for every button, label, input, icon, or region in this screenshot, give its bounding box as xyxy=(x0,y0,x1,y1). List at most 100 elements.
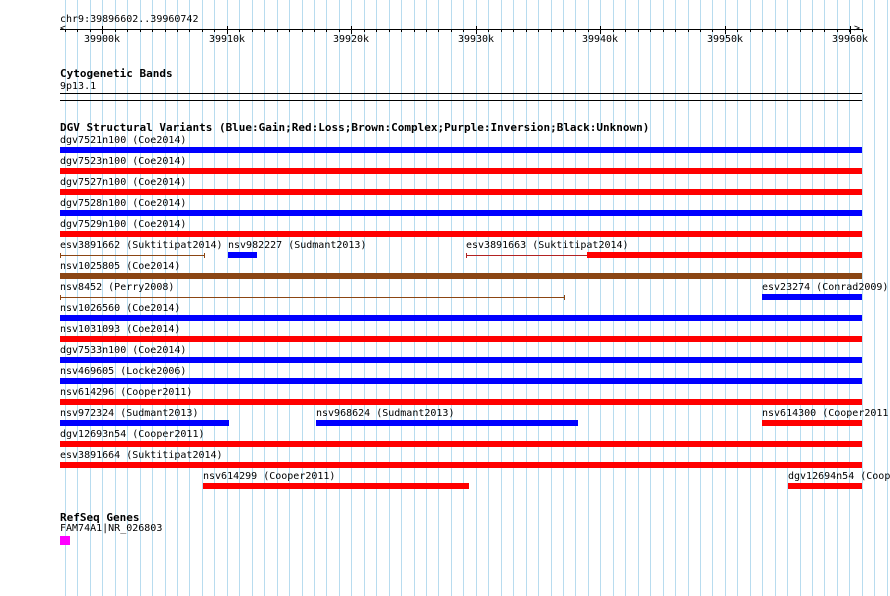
grid-line xyxy=(102,0,103,596)
ruler-minor-tick xyxy=(501,29,502,32)
dgv-track-title: DGV Structural Variants (Blue:Gain;Red:L… xyxy=(60,121,650,134)
ruler-minor-tick xyxy=(526,29,527,32)
variant-feature[interactable] xyxy=(60,168,862,174)
ruler-minor-tick xyxy=(90,29,91,32)
ruler-minor-tick xyxy=(140,29,141,32)
variant-label: dgv7527n100 (Coe2014) xyxy=(60,177,187,188)
variant-feature[interactable] xyxy=(60,462,862,468)
grid-line xyxy=(165,0,166,596)
grid-line xyxy=(239,0,240,596)
grid-line xyxy=(476,0,477,596)
variant-feature-line[interactable] xyxy=(60,255,205,256)
cytoband-label: 9p13.1 xyxy=(60,81,97,92)
variant-label: dgv7528n100 (Coe2014) xyxy=(60,198,187,209)
variant-label: dgv7533n100 (Coe2014) xyxy=(60,345,187,356)
ruler-minor-tick xyxy=(189,29,190,32)
grid-line xyxy=(575,0,576,596)
variant-label: nsv1026560 (Coe2014) xyxy=(60,303,181,314)
ruler-minor-tick xyxy=(252,29,253,32)
grid-line xyxy=(438,0,439,596)
variant-feature[interactable] xyxy=(60,189,862,195)
variant-feature[interactable] xyxy=(60,420,229,426)
grid-line xyxy=(127,0,128,596)
variant-feature[interactable] xyxy=(587,252,862,258)
ruler-minor-tick xyxy=(750,29,751,32)
cytoband-top-border xyxy=(60,93,862,94)
variant-feature[interactable] xyxy=(60,231,862,237)
ruler-minor-tick xyxy=(837,29,838,32)
grid-line xyxy=(638,0,639,596)
ruler-minor-tick xyxy=(264,29,265,32)
ruler-minor-tick xyxy=(787,29,788,32)
ruler-minor-tick xyxy=(824,29,825,32)
grid-line xyxy=(862,0,863,596)
variant-feature[interactable] xyxy=(203,483,469,489)
grid-line xyxy=(750,0,751,596)
ruler-tick-label: 39960k xyxy=(831,34,869,45)
ruler-minor-tick xyxy=(451,29,452,32)
variant-feature[interactable] xyxy=(60,378,862,384)
variant-feature[interactable] xyxy=(228,252,257,258)
ruler-major-tick xyxy=(351,26,352,34)
ruler-minor-tick xyxy=(563,29,564,32)
variant-feature[interactable] xyxy=(762,294,862,300)
variant-end-tick xyxy=(564,295,565,300)
ruler: chr9:39896602..39960742 < > 39900k 39910k… xyxy=(0,0,890,50)
grid-line xyxy=(538,0,539,596)
grid-line xyxy=(874,0,875,596)
variant-label: nsv614299 (Cooper2011) xyxy=(203,471,336,482)
variant-feature-line[interactable] xyxy=(466,255,587,256)
ruler-minor-tick xyxy=(488,29,489,32)
variant-label: nsv982227 (Sudmant2013) xyxy=(228,240,367,251)
ruler-minor-tick xyxy=(77,29,78,32)
variant-label: nsv469605 (Locke2006) xyxy=(60,366,187,377)
location-label: chr9:39896602..39960742 xyxy=(60,14,199,25)
grid-line xyxy=(401,0,402,596)
grid-line xyxy=(264,0,265,596)
ruler-minor-tick xyxy=(438,29,439,32)
refseq-gene-feature[interactable] xyxy=(60,536,70,545)
grid-lines xyxy=(0,0,890,596)
variant-feature[interactable] xyxy=(60,336,862,342)
variant-label: esv3891662 (Suktitipat2014) xyxy=(60,240,223,251)
ruler-minor-tick xyxy=(575,29,576,32)
variant-feature[interactable] xyxy=(60,210,862,216)
variant-feature[interactable] xyxy=(60,357,862,363)
ruler-minor-tick xyxy=(277,29,278,32)
variant-feature[interactable] xyxy=(60,399,862,405)
variant-feature[interactable] xyxy=(316,420,578,426)
ruler-minor-tick xyxy=(551,29,552,32)
ruler-tick-label: 39900k xyxy=(83,34,121,45)
cytoband-track-title: Cytogenetic Bands xyxy=(60,67,173,80)
grid-line xyxy=(326,0,327,596)
variant-feature[interactable] xyxy=(60,273,862,279)
grid-line xyxy=(364,0,365,596)
grid-line xyxy=(389,0,390,596)
variant-feature[interactable] xyxy=(60,441,862,447)
ruler-major-tick xyxy=(850,26,851,34)
grid-line xyxy=(339,0,340,596)
ruler-major-tick xyxy=(600,26,601,34)
variant-end-tick xyxy=(466,253,467,258)
grid-line xyxy=(376,0,377,596)
ruler-line xyxy=(60,29,862,30)
ruler-minor-tick xyxy=(700,29,701,32)
ruler-tick-label: 39950k xyxy=(706,34,744,45)
ruler-minor-tick xyxy=(127,29,128,32)
variant-feature-line[interactable] xyxy=(60,297,565,298)
ruler-minor-tick xyxy=(688,29,689,32)
grid-line xyxy=(551,0,552,596)
variant-feature[interactable] xyxy=(788,483,862,489)
ruler-tick-label: 39920k xyxy=(332,34,370,45)
grid-line xyxy=(177,0,178,596)
grid-line xyxy=(214,0,215,596)
ruler-minor-tick xyxy=(376,29,377,32)
variant-label: esv23274 (Conrad2009) xyxy=(762,282,889,293)
variant-feature[interactable] xyxy=(762,420,862,426)
variant-label: dgv7523n100 (Coe2014) xyxy=(60,156,187,167)
variant-feature[interactable] xyxy=(60,147,862,153)
ruler-minor-tick xyxy=(364,29,365,32)
variant-label: nsv972324 (Sudmant2013) xyxy=(60,408,199,419)
variant-label: nsv8452 (Perry2008) xyxy=(60,282,175,293)
variant-feature[interactable] xyxy=(60,315,862,321)
